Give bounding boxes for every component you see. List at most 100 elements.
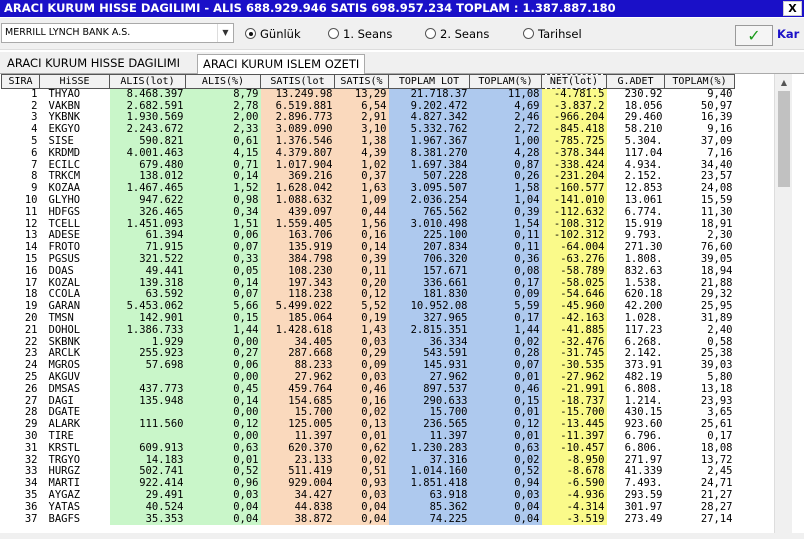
col-gadet-cell: 1.808. [624, 253, 663, 266]
kar-link[interactable]: Kar [777, 27, 799, 41]
table-row[interactable]: 3 YKBNK 1.930.569 2,00 2.896.773 2,91 4.827.34… [2, 112, 735, 124]
col-sira-cell: 22 [24, 336, 38, 348]
table-row[interactable]: 35 AYGAZ 29.491 0,03 34.427 0,03 63.918 0,03 -4.… [2, 489, 735, 502]
table-row[interactable]: 2 VAKBN 2.682.591 2,78 6.519.881 6,54 9.202.47… [2, 100, 735, 113]
col-alis-lot-header[interactable]: ALIS(lot) [109, 74, 186, 89]
col-net-lot-cell: -966.204 [541, 112, 607, 124]
col-alis-pct-header[interactable]: ALIS(%) [185, 74, 261, 89]
radio-seans-1[interactable]: 1. Seans [328, 27, 392, 41]
table-row[interactable]: 22 SKBNK 1.929 0,00 34.405 0,03 36.334 0,02 -32.… [2, 336, 735, 349]
table-row[interactable]: 28 DGATE 0,00 15.700 0,02 15.700 0,01 -15.700 43… [2, 407, 735, 419]
col-toplam-pct-2-cell: 18,94 [700, 265, 733, 277]
table-row[interactable]: 11 HDFGS 326.465 0,34 439.097 0,44 765.562 0,39… [2, 206, 735, 219]
table-row[interactable]: 24 MGROS 57.698 0,06 88.233 0,09 145.931 0,07 -3… [2, 359, 735, 372]
data-grid: SIRA HiSSE ALIS(lot) ALIS(%) SATIS(lot SATIS(… [1, 74, 787, 533]
table-row[interactable]: 16 DOAS 49.441 0,05 108.230 0,11 157.671 0,08 -5… [2, 265, 735, 278]
col-toplam-lot-cell: 27.962 [388, 371, 470, 384]
table-row[interactable]: 32 TRGYO 14.183 0,01 23.133 0,02 37.316 0,02 -8.… [2, 454, 735, 466]
table-row[interactable]: 36 YATAS 40.524 0,04 44.838 0,04 85.362 0,04 -4.… [2, 501, 735, 514]
table-row[interactable]: 6 KRDMD 4.001.463 4,15 4.379.807 4,39 8.381.27… [2, 147, 735, 160]
table-row[interactable]: 18 CCOLA 63.592 0,07 118.238 0,12 181.830 0,09-… [2, 289, 735, 301]
col-sira-header[interactable]: SIRA [1, 74, 40, 89]
table-row[interactable]: 17 KOZAL 139.318 0,14 197.343 0,20 336.661 0,17… [2, 277, 735, 290]
radio-seans-2[interactable]: 2. Seans [425, 27, 489, 41]
scroll-up-icon[interactable]: ▲ [775, 74, 793, 91]
col-satis-pct-cell: 0,11 [334, 265, 389, 278]
confirm-button[interactable]: ✓ [735, 25, 773, 46]
table-row[interactable]: 8 TRKCM 138.012 0,14 369.216 0,37 507.228 0,26-… [2, 171, 735, 183]
col-gadet-cell: 6.796. [624, 430, 663, 442]
col-sira-cell: 6 [31, 147, 38, 159]
col-hisse-cell: HURGZ [48, 466, 81, 478]
col-gadet-cell: 271.30 [624, 241, 663, 254]
table-row[interactable]: 19 GARAN 5.453.062 5,66 5.499.022 5,52 10.952.… [2, 300, 735, 313]
table-row[interactable]: 7 ECILC 679.480 0,71 1.017.904 1,02 1.697.384 0… [2, 159, 735, 172]
col-satis-lot-cell: 13.249.98 [260, 88, 335, 101]
col-toplam-lot-cell: 15.700 [388, 407, 470, 419]
table-row[interactable]: 33 HURGZ 502.741 0,52 511.419 0,51 1.014.160 0,… [2, 466, 735, 478]
vertical-scrollbar[interactable]: ▲ [774, 74, 792, 533]
table-row[interactable]: 10 GLYHO 947.622 0,98 1.088.632 1,09 2.036.254… [2, 194, 735, 207]
col-satis-lot-cell: 34.427 [260, 489, 335, 502]
tab-islem-ozeti[interactable]: ARACI KURUM ISLEM OZETI [197, 54, 366, 75]
col-net-lot-cell: -21.991 [541, 383, 607, 396]
table-row[interactable]: 9 KOZAA 1.467.465 1,52 1.628.042 1,63 3.095.50… [2, 182, 735, 195]
col-toplam-pct-cell: 0,26 [469, 171, 542, 183]
table-row[interactable]: 25 AKGUV 0,00 27.962 0,03 27.962 0,01 -27.962 48… [2, 371, 735, 384]
table-row[interactable]: 34 MARTI 922.414 0,96 929.004 0,93 1.851.418 0,… [2, 477, 735, 490]
col-toplam-pct-header[interactable]: TOPLAM(%) [469, 74, 542, 89]
radio-dot-icon [523, 28, 534, 39]
table-row[interactable]: 15 PGSUS 321.522 0,33 384.798 0,39 706.320 0,36… [2, 253, 735, 266]
col-toplam-lot-cell: 181.830 [388, 289, 470, 301]
table-row[interactable]: 4 EKGYO 2.243.672 2,33 3.089.090 3,10 5.332.76… [2, 123, 735, 136]
col-toplam-pct-2-header[interactable]: TOPLAM(%) [664, 74, 735, 89]
col-toplam-pct-2-cell: 39,03 [700, 359, 733, 372]
col-gadet-cell: 1.538. [624, 277, 663, 289]
table-row[interactable]: 13 ADESE 61.394 0,06 163.706 0,16 225.100 0,11-… [2, 230, 735, 242]
radio-gunluk[interactable]: Günlük [245, 27, 301, 41]
scrollbar-thumb[interactable] [778, 91, 790, 187]
table-row[interactable]: 31 KRSTL 609.913 0,63 620.370 0,62 1.230.283 0,… [2, 442, 735, 455]
radio-tarihsel[interactable]: Tarihsel [523, 27, 582, 41]
col-alis-lot-cell: 947.622 [109, 194, 186, 207]
col-toplam-pct-2-cell: 37,09 [700, 135, 733, 148]
table-header-row: SIRA HiSSE ALIS(lot) ALIS(%) SATIS(lot SATIS(… [1, 74, 735, 89]
col-satis-lot-cell: 197.343 [260, 277, 335, 290]
table-row[interactable]: 37 BAGFS 35.353 0,04 38.872 0,04 74.225 0,04 -3.… [2, 513, 735, 525]
col-toplam-lot-cell: 85.362 [388, 501, 470, 514]
table-row[interactable]: 21 DOHOL 1.386.733 1,44 1.428.618 1,43 2.815.3… [2, 324, 735, 337]
col-satis-pct-header[interactable]: SATIS(% [334, 74, 389, 89]
col-hisse-header[interactable]: HiSSE [39, 74, 110, 89]
chevron-down-icon[interactable]: ▼ [217, 24, 233, 42]
col-satis-lot-cell: 154.685 [260, 395, 335, 408]
table-row[interactable]: 27 DAGI 135.948 0,14 154.685 0,16 290.633 0,15-… [2, 395, 735, 408]
col-satis-lot-cell: 118.238 [260, 289, 335, 301]
table-row[interactable]: 26 DMSAS 437.773 0,45 459.764 0,46 897.537 0,46… [2, 383, 735, 396]
col-alis-lot-cell: 138.012 [109, 171, 186, 183]
col-gadet-header[interactable]: G.ADET [606, 74, 665, 89]
col-toplam-lot-header[interactable]: TOPLAM LOT [388, 74, 470, 89]
table-row[interactable]: 30 TIRE 0,00 11.397 0,01 11.397 0,01 -11.397 6.7… [2, 430, 735, 443]
col-toplam-pct-2-cell: 9,40 [707, 88, 733, 101]
col-satis-lot-cell: 125.005 [260, 418, 335, 431]
col-hisse-cell: SISE [48, 135, 74, 148]
col-alis-lot-cell: 139.318 [109, 277, 186, 290]
table-row[interactable]: 12 TCELL 1.451.093 1,51 1.559.405 1,56 3.010.4… [2, 218, 735, 231]
table-row[interactable]: 1 THYAO 8.468.397 8,79 13.249.98 13,29 21.718.… [2, 88, 735, 101]
col-gadet-cell: 29.460 [624, 112, 663, 124]
tab-hisse-dagilimi[interactable]: ARACI KURUM HISSE DAGILIMI [2, 54, 185, 74]
table-row[interactable]: 20 TMSN 142.901 0,15 185.064 0,19 327.965 0,17-… [2, 312, 735, 325]
table-row[interactable]: 23 ARCLK 255.923 0,27 287.668 0,29 543.591 0,28… [2, 348, 735, 360]
col-toplam-pct-2-cell: 25,95 [700, 300, 733, 313]
col-satis-lot-header[interactable]: SATIS(lot [260, 74, 335, 89]
col-alis-pct-cell: 0,63 [185, 442, 261, 455]
close-button[interactable]: X [783, 1, 802, 16]
col-toplam-lot-cell: 207.834 [388, 241, 470, 254]
broker-select[interactable]: MERRILL LYNCH BANK A.S. ▼ [1, 23, 234, 43]
col-alis-lot-cell: 255.923 [109, 348, 186, 360]
table-row[interactable]: 5 SISE 590.821 0,61 1.376.546 1,38 1.967.367 1,… [2, 135, 735, 148]
col-net-lot-header[interactable]: NET(lot) [541, 74, 607, 89]
col-sira-cell: 34 [24, 477, 38, 490]
table-row[interactable]: 14 FROTO 71.915 0,07 135.919 0,14 207.834 0,11-… [2, 241, 735, 254]
table-row[interactable]: 29 ALARK 111.560 0,12 125.005 0,13 236.565 0,12… [2, 418, 735, 431]
